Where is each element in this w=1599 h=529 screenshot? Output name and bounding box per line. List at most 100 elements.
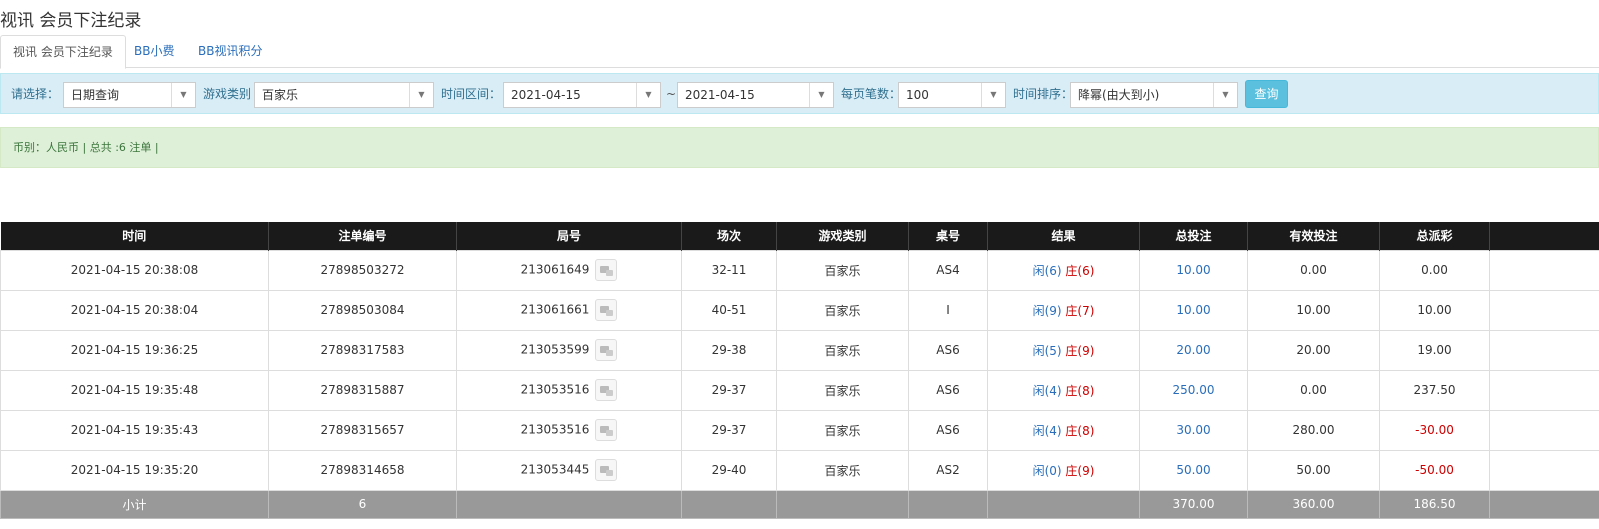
tab-bet-records[interactable]: 视讯 会员下注纪录	[0, 35, 126, 69]
col-header-bet-no: 注单编号	[268, 222, 457, 250]
cell-bet-no: 27898315887	[268, 369, 457, 411]
cell-session: 29-37	[681, 369, 777, 411]
result-player: 闲(6)	[1032, 263, 1062, 278]
cell-game: 百家乐	[776, 449, 909, 491]
chevron-down-icon: ▼	[171, 83, 195, 107]
total-bet-link[interactable]: 250.00	[1173, 383, 1215, 397]
cell-game: 百家乐	[776, 289, 909, 331]
game-replay-icon[interactable]	[595, 299, 618, 321]
subtotal-label: 小计	[0, 489, 269, 519]
cell-valid-bet: 20.00	[1247, 329, 1380, 371]
total-bet-link[interactable]: 50.00	[1176, 463, 1210, 477]
cell-table-no: AS6	[908, 409, 988, 451]
cell-round: 213053599	[456, 329, 682, 371]
cell-session: 40-51	[681, 289, 777, 331]
payout-value: 19.00	[1417, 343, 1452, 357]
game-replay-icon[interactable]	[595, 259, 618, 281]
col-header-result: 结果	[987, 222, 1140, 250]
round-number: 213061661	[520, 302, 590, 317]
payout-value: -30.00	[1415, 423, 1454, 437]
cell-valid-bet: 0.00	[1247, 249, 1380, 291]
result-banker: 庄(6)	[1065, 263, 1095, 278]
date-from-value: 2021-04-15	[511, 88, 581, 102]
cell-payout: 237.50	[1379, 369, 1490, 411]
payout-value: 0.00	[1421, 263, 1448, 277]
col-header-round: 局号	[456, 222, 682, 250]
cell-extra	[1489, 449, 1599, 491]
cell-round: 213053445	[456, 449, 682, 491]
per-page-value: 100	[906, 88, 929, 102]
game-type-select[interactable]: 百家乐 ▼	[254, 82, 434, 108]
cell-table-no: AS6	[908, 329, 988, 371]
cell-time: 2021-04-15 20:38:04	[0, 289, 269, 331]
cell-result: 闲(4) 庄(8)	[987, 369, 1140, 411]
subtotal-total-bet: 370.00	[1139, 489, 1248, 519]
select-label: 请选择：	[11, 87, 60, 101]
total-bet-link[interactable]: 20.00	[1176, 343, 1210, 357]
cell-table-no: AS6	[908, 369, 988, 411]
tab-bb-points[interactable]: BB视讯积分	[186, 35, 274, 68]
payout-value: -50.00	[1415, 463, 1454, 477]
cell-payout: -50.00	[1379, 449, 1490, 491]
date-from-select[interactable]: 2021-04-15 ▼	[503, 82, 661, 108]
query-button[interactable]: 查询	[1245, 80, 1288, 108]
query-type-value: 日期查询	[71, 88, 120, 102]
result-player: 闲(5)	[1032, 343, 1062, 358]
result-banker: 庄(9)	[1065, 463, 1095, 478]
cell-payout: 10.00	[1379, 289, 1490, 331]
total-bet-link[interactable]: 10.00	[1176, 263, 1210, 277]
cell-session: 29-37	[681, 409, 777, 451]
col-header-time: 时间	[0, 222, 269, 250]
game-replay-icon[interactable]	[595, 419, 618, 441]
tab-bb-tips[interactable]: BB小费	[122, 35, 186, 68]
sort-label: 时间排序：	[1013, 87, 1074, 101]
cell-session: 29-38	[681, 329, 777, 371]
total-bet-link[interactable]: 30.00	[1176, 423, 1210, 437]
cell-extra	[1489, 249, 1599, 291]
cell-time: 2021-04-15 19:35:20	[0, 449, 269, 491]
game-replay-icon[interactable]	[595, 459, 618, 481]
cell-session: 29-40	[681, 449, 777, 491]
cell-extra	[1489, 369, 1599, 411]
cell-round: 213053516	[456, 409, 682, 451]
cell-result: 闲(4) 庄(8)	[987, 409, 1140, 451]
col-header-payout: 总派彩	[1379, 222, 1490, 250]
cell-valid-bet: 0.00	[1247, 369, 1380, 411]
game-replay-icon[interactable]	[595, 379, 618, 401]
total-bet-link[interactable]: 10.00	[1176, 303, 1210, 317]
cell-result: 闲(5) 庄(9)	[987, 329, 1140, 371]
cell-payout: -30.00	[1379, 409, 1490, 451]
table-row: 2021-04-15 19:36:25 27898317583 213053599 2…	[0, 329, 1599, 371]
table-row: 2021-04-15 19:35:43 27898315657 213053516 2…	[0, 409, 1599, 451]
game-replay-icon[interactable]	[595, 339, 618, 361]
cell-total-bet: 250.00	[1139, 369, 1248, 411]
cell-bet-no: 27898317583	[268, 329, 457, 371]
filter-bar: 请选择： 日期查询 ▼ 游戏类别 百家乐 ▼ 时间区间： 2021-04-15 …	[0, 73, 1599, 114]
query-type-select[interactable]: 日期查询 ▼	[63, 82, 196, 108]
date-to-select[interactable]: 2021-04-15 ▼	[677, 82, 834, 108]
result-player: 闲(4)	[1032, 423, 1062, 438]
table-row: 2021-04-15 20:38:08 27898503272 213061649 3…	[0, 249, 1599, 291]
game-type-value: 百家乐	[262, 88, 299, 102]
cell-bet-no: 27898315657	[268, 409, 457, 451]
cell-extra	[1489, 329, 1599, 371]
cell-result: 闲(9) 庄(7)	[987, 289, 1140, 331]
cell-valid-bet: 10.00	[1247, 289, 1380, 331]
result-player: 闲(0)	[1032, 463, 1062, 478]
col-header-valid-bet: 有效投注	[1247, 222, 1380, 250]
result-banker: 庄(7)	[1065, 303, 1095, 318]
per-page-select[interactable]: 100 ▼	[898, 82, 1006, 108]
cell-valid-bet: 280.00	[1247, 409, 1380, 451]
cell-game: 百家乐	[776, 369, 909, 411]
table-row: 2021-04-15 20:38:04 27898503084 213061661 4…	[0, 289, 1599, 331]
result-banker: 庄(8)	[1065, 383, 1095, 398]
page-title: 视讯 会员下注纪录	[0, 11, 142, 31]
result-banker: 庄(9)	[1065, 343, 1095, 358]
cell-total-bet: 50.00	[1139, 449, 1248, 491]
cell-session: 32-11	[681, 249, 777, 291]
sort-select[interactable]: 降幂(由大到小) ▼	[1070, 82, 1238, 108]
cell-bet-no: 27898503084	[268, 289, 457, 331]
cell-bet-no: 27898503272	[268, 249, 457, 291]
cell-valid-bet: 50.00	[1247, 449, 1380, 491]
cell-total-bet: 10.00	[1139, 249, 1248, 291]
